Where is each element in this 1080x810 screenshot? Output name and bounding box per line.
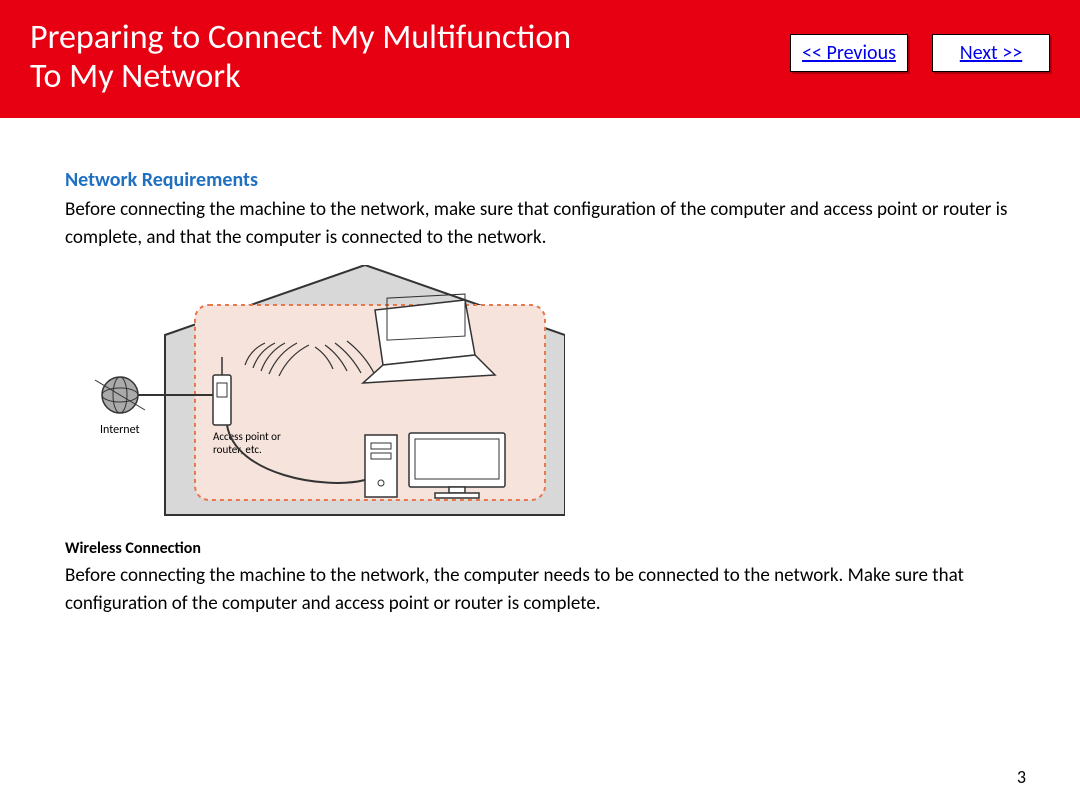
wireless-text: Before connecting the machine to the net…: [65, 562, 1020, 617]
page: Preparing to Connect My Multifunction To…: [0, 0, 1080, 810]
wireless-subheading: Wireless Connection: [65, 539, 1020, 558]
previous-button[interactable]: << Previous: [790, 34, 908, 72]
router-label-line2: router, etc.: [213, 443, 262, 456]
page-title: Preparing to Connect My Multifunction To…: [30, 18, 571, 96]
internet-icon: [95, 377, 145, 413]
section-heading: Network Requirements: [65, 168, 1020, 192]
next-label: Next >>: [960, 41, 1022, 65]
previous-label: << Previous: [802, 41, 896, 65]
network-diagram: Internet Access point or router, etc.: [65, 265, 1020, 525]
content-area: Network Requirements Before connecting t…: [0, 118, 1080, 617]
diagram-svg: Internet Access point or router, etc.: [65, 265, 565, 525]
header-band: Preparing to Connect My Multifunction To…: [0, 0, 1080, 118]
intro-text: Before connecting the machine to the net…: [65, 196, 1020, 251]
title-line-2: To My Network: [30, 56, 241, 97]
page-number: 3: [1017, 766, 1026, 788]
router-label-line1: Access point or: [213, 430, 281, 443]
nav-buttons: << Previous Next >>: [790, 34, 1050, 72]
internet-label: Internet: [100, 423, 140, 437]
title-line-1: Preparing to Connect My Multifunction: [30, 17, 571, 58]
desktop-tower-icon: [365, 435, 397, 497]
next-button[interactable]: Next >>: [932, 34, 1050, 72]
